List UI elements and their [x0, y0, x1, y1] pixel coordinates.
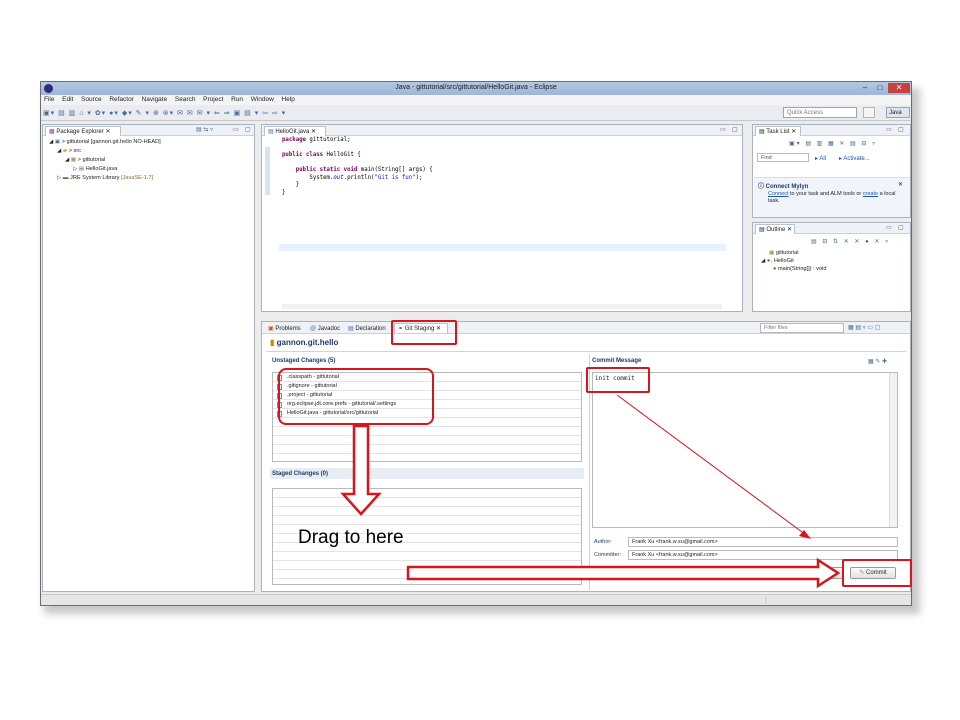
code-area[interactable]: package gittutorial; public class HelloG…	[282, 137, 433, 197]
header-divider	[266, 351, 906, 352]
vertical-scrollbar[interactable]	[889, 373, 897, 527]
package-explorer-panel: ▦ Package Explorer ✕ ▤ ⇆ ▿ ▭ ▢ ◢ ▣ > git…	[42, 124, 255, 592]
maximize-view-icon[interactable]: ▢	[732, 126, 738, 133]
tab-problems[interactable]: ▣ Problems	[264, 323, 305, 333]
menu-help[interactable]: Help	[281, 95, 294, 105]
highlight-commit-message	[586, 367, 650, 393]
status-bar: ⋮	[41, 594, 911, 605]
package-tree: ◢ ▣ > gittutorial [gannon.git.hello NO-H…	[49, 138, 161, 183]
menu-source[interactable]: Source	[81, 95, 102, 105]
highlight-git-staging-tab	[391, 320, 457, 345]
outline-panel: ▤ Outline ✕ ▭ ▢ ▤ ⊟ ⇅ ✕ ✕ ● ✕ ▿ ▦ gittut…	[752, 222, 911, 312]
change-ruler	[265, 147, 270, 195]
status-separator-icon: ⋮	[763, 598, 769, 604]
mylyn-connect-link[interactable]: Connect	[768, 191, 789, 197]
project-icon: ▣	[54, 139, 62, 145]
highlight-unstaged-files	[278, 368, 434, 425]
task-toolbar-icons[interactable]: ▣▾ ▤ ▥ ▦ ✕ ▤ ⊟ ▿	[789, 140, 877, 147]
commit-and-push-button[interactable]: ush	[808, 567, 844, 579]
tree-item-jre[interactable]: ▷ ▬ JRE System Library [JavaSE-1.7]	[49, 174, 161, 183]
outline-toolbar-icons[interactable]: ▤ ⊟ ⇅ ✕ ✕ ● ✕ ▿	[811, 238, 890, 245]
task-list-panel: ▤ Task List ✕ ▭ ▢ ▣▾ ▤ ▥ ▦ ✕ ▤ ⊟ ▿ Find …	[752, 124, 911, 218]
menu-refactor[interactable]: Refactor	[109, 95, 134, 105]
outline-item-method[interactable]: ● main(String[]) : void	[761, 265, 826, 273]
menu-navigate[interactable]: Navigate	[142, 95, 168, 105]
minimize-view-icon[interactable]: ▭	[720, 126, 726, 133]
main-toolbar: ▣▾ ▤ ▥ ⌂ ▾ ✿▾ ●▾ ◆▾ ✎ ▾ ⊕ ⊛▾ ✉ ✉ ✉ ▾ ⇐ ⇒…	[41, 105, 911, 121]
outline-tree: ▦ gittutorial ◢ ●ₛ HelloGit ● main(Strin…	[761, 249, 826, 273]
task-filter-all[interactable]: ▸ All	[815, 155, 826, 162]
drag-instruction-text: Drag to here	[298, 527, 404, 548]
class-icon: ●ₛ	[766, 258, 774, 264]
title-bar: Java - gittutorial/src/gittutorial/Hello…	[41, 82, 911, 95]
menu-project[interactable]: Project	[203, 95, 223, 105]
close-button[interactable]: ✕	[888, 83, 910, 93]
quick-access-input[interactable]: Quick Access	[783, 107, 857, 118]
maximize-view-icon[interactable]: ▢	[245, 126, 251, 133]
repository-title: ▮ gannon.git.hello	[270, 338, 339, 347]
menu-bar: File Edit Source Refactor Navigate Searc…	[41, 95, 911, 105]
tree-item-src[interactable]: ◢ ▰ > src	[49, 147, 161, 156]
tab-javadoc[interactable]: @ Javadoc	[306, 323, 344, 333]
editor-panel: ▤ HelloGit.java ✕ ▭ ▢ package gittutoria…	[261, 124, 743, 312]
menu-file[interactable]: File	[44, 95, 54, 105]
staging-view-icons[interactable]: ▦ ▤ ▿ ▭ ▢	[848, 324, 880, 331]
minimize-button[interactable]: –	[858, 83, 872, 93]
tab-hellogit-java[interactable]: ▤ HelloGit.java ✕	[264, 126, 326, 136]
package-icon: ▦	[70, 157, 78, 163]
mylyn-create-link[interactable]: create	[863, 191, 878, 197]
tree-item-package[interactable]: ◢ ▦ > gittutorial	[49, 156, 161, 165]
toolbar-icons[interactable]: ▣▾ ▤ ▥ ⌂ ▾ ✿▾ ●▾ ◆▾ ✎ ▾ ⊕ ⊛▾ ✉ ✉ ✉ ▾ ⇐ ⇒…	[43, 109, 443, 117]
info-icon: ⓘ	[758, 184, 766, 190]
connect-mylyn-box: ⓘ Connect Mylyn ✕ Connect to your task a…	[754, 177, 910, 217]
maximize-view-icon[interactable]: ▢	[898, 224, 904, 231]
author-label: Author:	[594, 539, 612, 545]
minimize-view-icon[interactable]: ▭	[886, 126, 892, 133]
task-activate-link[interactable]: ▸ Activate...	[839, 155, 870, 162]
commit-message-title: Commit Message	[592, 358, 642, 364]
tree-item-hellogit[interactable]: ▷ ▤ HelloGit.java	[49, 165, 161, 174]
unstaged-changes-title: Unstaged Changes (5)	[272, 358, 336, 364]
close-icon[interactable]: ✕	[898, 181, 903, 188]
highlight-commit-button	[842, 559, 912, 587]
author-field[interactable]: Frank Xu <frank.w.xu@gmail.com>	[628, 537, 898, 547]
eclipse-window: Java - gittutorial/src/gittutorial/Hello…	[40, 81, 912, 606]
java-file-icon: ▤	[78, 166, 86, 172]
commit-message-icons[interactable]: ▦ ✎ ✚	[868, 358, 887, 365]
minimize-view-icon[interactable]: ▭	[233, 126, 239, 133]
package-icon: ▦	[769, 250, 776, 256]
repository-icon: ▮	[270, 338, 277, 347]
tab-outline[interactable]: ▤ Outline ✕	[755, 224, 795, 234]
tab-package-explorer[interactable]: ▦ Package Explorer ✕	[45, 126, 121, 136]
window-title: Java - gittutorial/src/gittutorial/Hello…	[395, 84, 557, 91]
tab-task-list[interactable]: ▤ Task List ✕	[755, 126, 801, 136]
javadoc-icon: @	[310, 326, 318, 332]
git-staging-panel: ▣ Problems @ Javadoc ▤ Declaration ⚭ Git…	[261, 321, 911, 592]
filter-files-input[interactable]: Filter files	[760, 323, 844, 333]
tab-declaration[interactable]: ▤ Declaration	[344, 323, 390, 333]
commit-message-input[interactable]: init commit	[592, 372, 898, 528]
menu-edit[interactable]: Edit	[62, 95, 73, 105]
staged-changes-title: Staged Changes (0)	[272, 471, 329, 477]
minimize-view-icon[interactable]: ▭	[886, 224, 892, 231]
menu-search[interactable]: Search	[175, 95, 196, 105]
open-perspective-button[interactable]	[863, 107, 875, 118]
java-perspective-button[interactable]: Java	[886, 107, 910, 118]
library-icon: ▬	[62, 175, 71, 181]
view-menu-icon[interactable]: ▤ ⇆ ▿	[196, 126, 213, 133]
maximize-button[interactable]: □	[873, 83, 887, 93]
horizontal-scrollbar[interactable]	[282, 304, 722, 309]
tree-item-project[interactable]: ◢ ▣ > gittutorial [gannon.git.hello NO-H…	[49, 138, 161, 147]
menu-window[interactable]: Window	[251, 95, 274, 105]
outline-item-class[interactable]: ◢ ●ₛ HelloGit	[761, 257, 826, 265]
outline-item-package[interactable]: ▦ gittutorial	[761, 249, 826, 257]
current-line-highlight	[279, 244, 726, 251]
committer-label: Committer:	[594, 552, 621, 558]
menu-run[interactable]: Run	[231, 95, 243, 105]
task-find-input[interactable]: Find	[757, 153, 809, 162]
maximize-view-icon[interactable]: ▢	[898, 126, 904, 133]
